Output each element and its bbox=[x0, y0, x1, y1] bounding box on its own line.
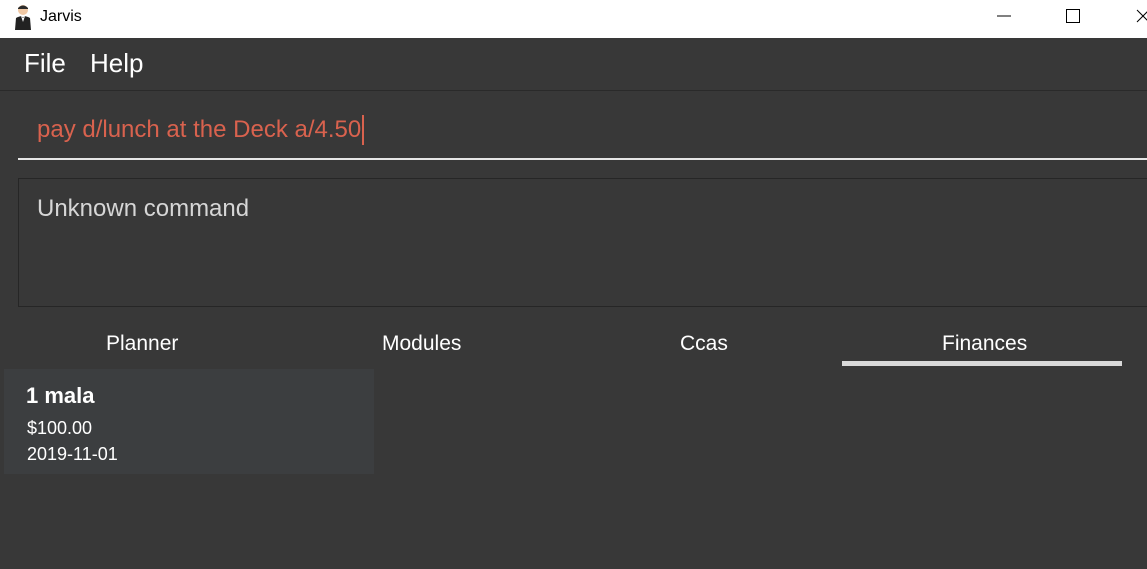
tab-finances[interactable]: Finances bbox=[942, 332, 1027, 356]
command-input[interactable]: pay d/lunch at the Deck a/4.50 bbox=[37, 115, 365, 145]
finance-item-date: 2019-11-01 bbox=[27, 444, 118, 464]
command-underline bbox=[18, 158, 1147, 160]
result-panel: Unknown command bbox=[0, 168, 1147, 318]
text-caret bbox=[362, 115, 365, 145]
tab-ccas[interactable]: Ccas bbox=[680, 332, 728, 356]
result-display: Unknown command bbox=[18, 178, 1147, 307]
minimize-button[interactable] bbox=[981, 0, 1027, 32]
menu-help[interactable]: Help bbox=[90, 48, 143, 79]
close-icon bbox=[1136, 9, 1147, 23]
finance-item-amount: $100.00 bbox=[27, 418, 93, 438]
selected-tab-indicator bbox=[842, 361, 1122, 366]
title-bar: Jarvis bbox=[0, 0, 1147, 38]
menu-file[interactable]: File bbox=[24, 48, 66, 79]
command-box: pay d/lunch at the Deck a/4.50 bbox=[0, 90, 1147, 169]
close-button[interactable] bbox=[1120, 0, 1147, 32]
maximize-icon bbox=[1066, 9, 1080, 23]
butler-icon bbox=[12, 4, 34, 30]
finance-item-card[interactable]: 1 mala $100.00 2019-11-01 bbox=[4, 369, 374, 474]
result-message: Unknown command bbox=[37, 195, 250, 222]
tab-modules[interactable]: Modules bbox=[382, 332, 461, 356]
window-title: Jarvis bbox=[40, 8, 82, 25]
menu-bar: File Help bbox=[0, 38, 1147, 90]
finance-item-title: 1 mala bbox=[26, 383, 95, 408]
maximize-button[interactable] bbox=[1050, 0, 1096, 32]
minimize-icon bbox=[997, 15, 1011, 17]
command-text: pay d/lunch at the Deck a/4.50 bbox=[37, 116, 362, 143]
tab-planner[interactable]: Planner bbox=[106, 332, 178, 356]
